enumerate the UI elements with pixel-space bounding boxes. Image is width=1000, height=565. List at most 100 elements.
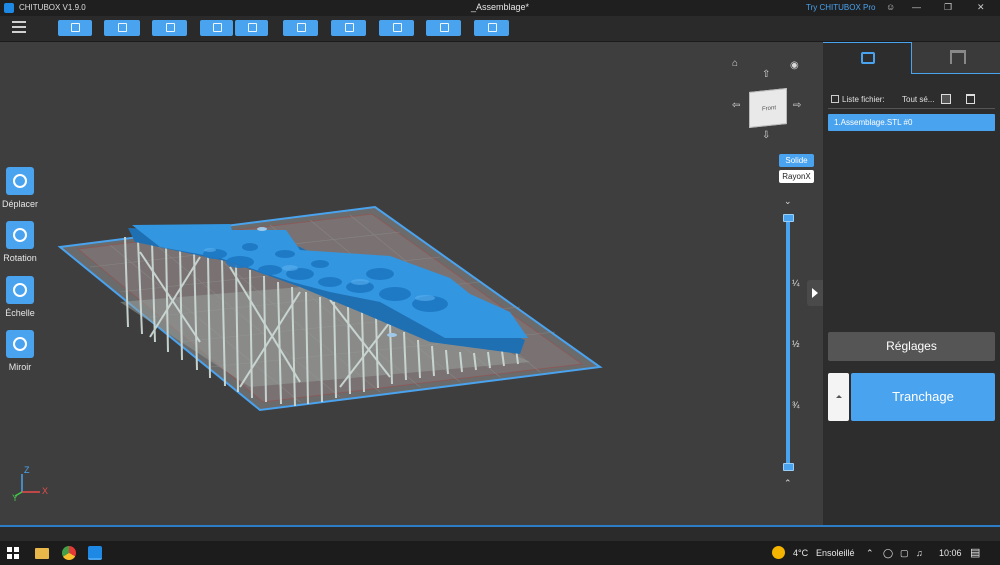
toolbar <box>0 16 1000 42</box>
undo-button[interactable] <box>200 20 233 36</box>
weather-description: Ensoleillé <box>816 548 855 558</box>
redo-button[interactable] <box>235 20 268 36</box>
svg-text:Y: Y <box>12 493 18 503</box>
notifications-icon[interactable]: ▤ <box>970 546 980 559</box>
move-icon <box>6 167 34 195</box>
trash-icon[interactable] <box>966 94 975 104</box>
chitubox-taskbar-icon[interactable] <box>88 546 102 560</box>
settings-button[interactable]: Réglages <box>828 332 995 361</box>
rotate-right-icon[interactable]: ⇨ <box>793 100 801 111</box>
eye-icon[interactable]: ◉ <box>790 60 799 71</box>
arrow-right-icon <box>812 288 818 298</box>
support-table-icon <box>950 50 966 64</box>
slider-half-label: ½ <box>792 339 800 349</box>
slider-down-chevron-icon[interactable]: ⌄ <box>784 196 792 207</box>
caret-up-icon <box>836 395 842 398</box>
weather-sun-icon <box>772 546 785 559</box>
tab-supports[interactable] <box>912 42 1000 74</box>
slice-button[interactable]: Tranchage <box>851 373 995 421</box>
layer-slider-top-handle[interactable] <box>783 214 794 222</box>
file-list-label: Liste fichier: <box>842 95 885 104</box>
try-pro-link[interactable]: Try CHITUBOX Pro <box>806 3 875 12</box>
rotate-tool-label: Rotation <box>3 253 37 263</box>
slider-quarter-label: ¼ <box>792 278 800 288</box>
rotate-tool[interactable]: Rotation <box>0 221 40 263</box>
layout-button[interactable] <box>152 20 187 36</box>
support-button[interactable] <box>331 20 366 36</box>
move-tool-label: Déplacer <box>1 199 39 209</box>
scale-icon <box>6 276 34 304</box>
file-explorer-icon[interactable] <box>35 548 49 559</box>
rotate-up-icon[interactable]: ⇧ <box>762 69 770 80</box>
open-file-icon <box>71 23 80 32</box>
view-cube[interactable]: Front <box>749 88 787 128</box>
divider <box>828 108 995 109</box>
network-icon[interactable]: ◯ <box>883 548 893 559</box>
select-all-label[interactable]: Tout sé... <box>902 95 934 104</box>
svg-text:Z: Z <box>24 465 30 475</box>
rotate-down-icon[interactable]: ⇩ <box>762 130 770 141</box>
chrome-icon[interactable] <box>62 546 76 560</box>
start-icon[interactable] <box>7 547 19 559</box>
slider-up-chevron-icon[interactable]: ⌃ <box>784 478 792 489</box>
close-icon[interactable]: ✕ <box>977 2 985 13</box>
slice-options-button[interactable] <box>828 373 849 421</box>
file-list-icon <box>831 95 839 103</box>
select-all-checkbox[interactable] <box>941 94 951 104</box>
hollow-button[interactable] <box>426 20 461 36</box>
layer-slider-track[interactable] <box>786 216 790 470</box>
chitubox-window: CHITUBOX V1.9.0 _Assemblage* Try CHITUBO… <box>0 0 1000 565</box>
lock-icon <box>487 23 497 32</box>
support-icon <box>344 23 354 32</box>
cube-face-label: Front <box>762 105 777 113</box>
clock-time[interactable]: 10:06 <box>939 548 962 558</box>
slider-three-quarter-label: ¾ <box>792 400 800 410</box>
display-icon[interactable]: ▢ <box>900 548 909 559</box>
restore-icon[interactable]: ❐ <box>944 2 952 13</box>
hamburger-menu-icon[interactable] <box>12 21 26 33</box>
lock-button[interactable] <box>474 20 509 36</box>
axis-gizmo: Z X Y <box>12 465 48 503</box>
file-list-header: Liste fichier: <box>831 95 885 104</box>
volume-icon[interactable]: ♫ <box>916 548 923 558</box>
copy-icon <box>296 23 306 32</box>
layout-icon <box>165 23 175 32</box>
drop-button[interactable] <box>379 20 414 36</box>
title-bar: CHITUBOX V1.9.0 _Assemblage* Try CHITUBO… <box>0 0 1000 16</box>
rotate-left-icon[interactable]: ⇦ <box>732 100 740 111</box>
layer-slider-bottom-handle[interactable] <box>783 463 794 471</box>
status-bar <box>0 527 1000 541</box>
right-panel: Liste fichier: Tout sé... 1.Assemblage.S… <box>823 42 1000 525</box>
mirror-tool-label: Miroir <box>8 362 32 372</box>
drop-icon <box>392 23 402 32</box>
rotate-icon <box>6 221 34 249</box>
mirror-icon <box>6 330 34 358</box>
list-gear-icon <box>861 52 875 64</box>
open-file-button[interactable] <box>58 20 92 36</box>
panel-collapse-handle[interactable] <box>807 280 823 306</box>
solid-mode-button[interactable]: Solide <box>779 154 814 167</box>
scale-tool[interactable]: Échelle <box>0 276 40 318</box>
file-list-item[interactable]: 1.Assemblage.STL #0 <box>828 114 995 131</box>
xray-mode-button[interactable]: RayonX <box>779 170 814 183</box>
save-icon <box>118 23 127 32</box>
svg-text:X: X <box>42 486 48 496</box>
scale-tool-label: Échelle <box>5 308 35 318</box>
redo-icon <box>247 23 257 32</box>
slice-control: Tranchage <box>828 373 995 421</box>
save-button[interactable] <box>104 20 140 36</box>
copy-button[interactable] <box>283 20 318 36</box>
windows-taskbar: 4°C Ensoleillé ⌃ ◯ ▢ ♫ 10:06 ▤ <box>0 541 1000 565</box>
minimize-icon[interactable]: — <box>912 2 921 12</box>
tray-chevron-icon[interactable]: ⌃ <box>866 548 874 559</box>
undo-icon <box>212 23 222 32</box>
home-view-icon[interactable]: ⌂ <box>732 58 738 69</box>
user-icon[interactable]: ☺ <box>886 2 895 12</box>
move-tool[interactable]: Déplacer <box>0 167 40 209</box>
3d-viewport[interactable]: Z X Y <box>0 42 823 525</box>
tab-file-settings[interactable] <box>823 42 912 74</box>
weather-temperature: 4°C <box>793 548 809 558</box>
hollow-icon <box>439 23 449 32</box>
scene-render: Z X Y <box>12 205 603 503</box>
mirror-tool[interactable]: Miroir <box>0 330 40 372</box>
